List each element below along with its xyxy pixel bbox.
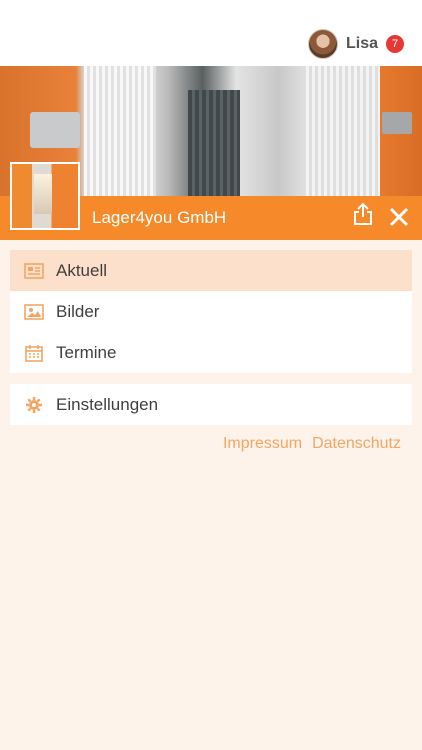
menu-item-label: Bilder	[56, 301, 100, 321]
image-icon	[24, 303, 44, 321]
avatar[interactable]	[307, 29, 338, 59]
menu-item-einstellungen[interactable]: Einstellungen	[10, 384, 412, 425]
calendar-icon	[24, 344, 44, 362]
storage-door	[188, 90, 240, 196]
menu-item-label: Aktuell	[56, 260, 108, 280]
datenschutz-link[interactable]: Datenschutz	[312, 435, 401, 453]
settings-menu: Einstellungen	[10, 384, 412, 425]
username[interactable]: Lisa	[346, 35, 378, 53]
company-thumbnail	[10, 162, 80, 230]
company-name: Lager4you GmbH	[92, 208, 227, 227]
padlock-plate	[30, 112, 80, 148]
user-profile[interactable]: Lisa 7	[307, 28, 404, 60]
menu-item-bilder[interactable]: Bilder	[10, 291, 412, 332]
notification-badge[interactable]: 7	[386, 35, 404, 53]
storage-shelf-right	[306, 66, 380, 196]
close-icon[interactable]	[388, 206, 410, 228]
footer-links: Impressum Datenschutz	[223, 435, 401, 453]
impressum-link[interactable]: Impressum	[223, 435, 302, 453]
padlock-plate-right	[382, 112, 412, 134]
menu-item-label: Termine	[56, 342, 117, 362]
gear-icon	[24, 396, 44, 414]
menu-item-termine[interactable]: Termine	[10, 332, 412, 373]
main-menu: Aktuell Bilder Termine	[10, 250, 412, 373]
share-icon[interactable]	[352, 202, 374, 226]
top-bar: Lisa 7	[0, 0, 422, 66]
storage-shelf-left	[84, 66, 156, 196]
newspaper-icon	[24, 262, 44, 280]
menu-item-aktuell[interactable]: Aktuell	[10, 250, 412, 291]
menu-item-label: Einstellungen	[56, 394, 159, 414]
